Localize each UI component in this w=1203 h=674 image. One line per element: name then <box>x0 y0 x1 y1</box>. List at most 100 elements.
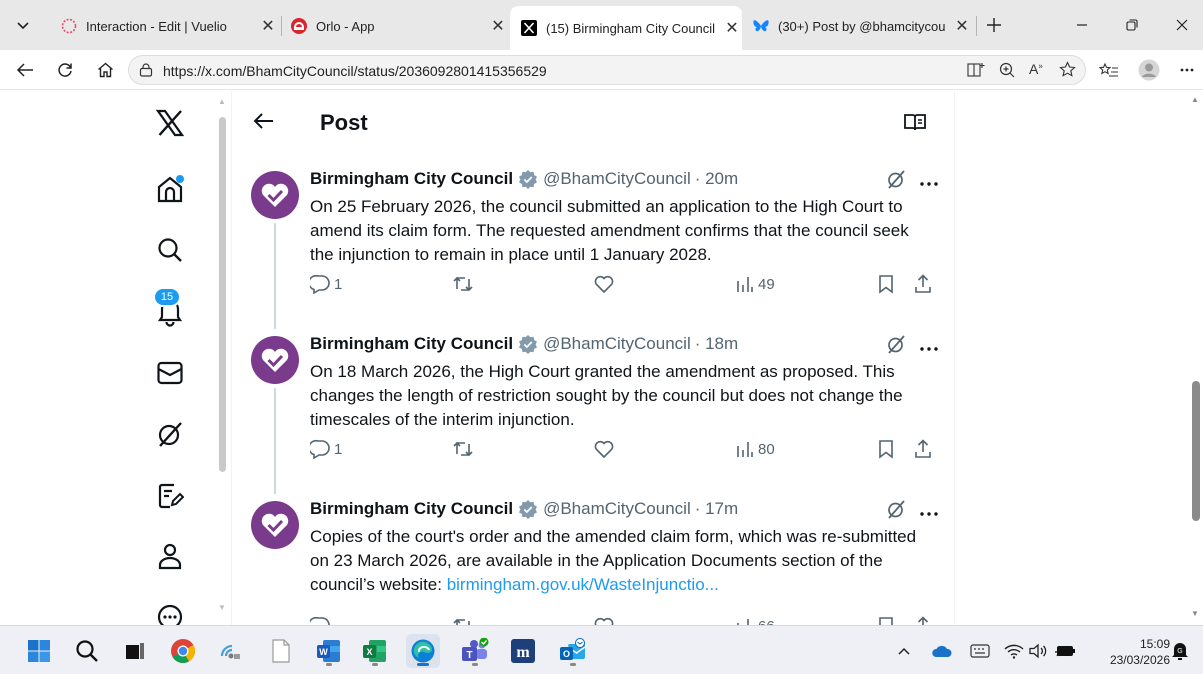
reader-mode-button[interactable] <box>904 113 926 136</box>
bookmark-button[interactable] <box>878 269 894 299</box>
more-options-icon[interactable] <box>920 503 938 521</box>
bookmark-button[interactable] <box>878 434 894 464</box>
tweet[interactable]: Birmingham City Council @BhamCityCouncil… <box>232 489 956 625</box>
tweet-timestamp[interactable]: · 17m <box>695 499 738 519</box>
nav-more[interactable] <box>150 597 190 625</box>
tab-vuelio[interactable]: Interaction - Edit | Vuelio ✕ <box>50 8 278 44</box>
more-options-icon[interactable] <box>920 173 938 191</box>
more-options-icon[interactable] <box>920 338 938 356</box>
tweet[interactable]: Birmingham City Council @BhamCityCouncil… <box>232 159 956 329</box>
tab-bluesky[interactable]: (30+) Post by @bhamcitycou ✕ <box>742 8 972 44</box>
home-button[interactable] <box>90 56 120 84</box>
grok-icon[interactable] <box>886 169 906 194</box>
taskbar-notepad[interactable] <box>264 634 298 668</box>
sidebar-scrollbar-thumb[interactable] <box>219 117 226 472</box>
read-aloud-icon[interactable]: A» <box>1029 61 1043 77</box>
battery-tray-icon[interactable] <box>1050 634 1080 668</box>
retweet-button[interactable] <box>452 611 474 625</box>
share-button[interactable] <box>914 269 932 299</box>
avatar[interactable] <box>251 336 299 384</box>
scroll-up-arrow-icon[interactable]: ▲ <box>1191 95 1199 104</box>
tweet-timestamp[interactable]: · 20m <box>695 169 738 189</box>
restore-button[interactable] <box>1112 10 1152 40</box>
site-info-icon[interactable] <box>139 63 153 82</box>
settings-menu-button[interactable] <box>1172 56 1202 84</box>
nav-notifications[interactable]: 15 <box>150 287 190 331</box>
taskbar-edge[interactable] <box>406 634 440 668</box>
grok-icon[interactable] <box>886 334 906 359</box>
reply-button[interactable] <box>310 611 330 625</box>
address-bar[interactable]: https://x.com/BhamCityCouncil/status/203… <box>128 55 1086 85</box>
close-window-button[interactable] <box>1162 10 1202 40</box>
new-tab-button[interactable] <box>974 10 1014 40</box>
close-tab-icon[interactable]: ✕ <box>722 18 742 38</box>
page-scrollbar-thumb[interactable] <box>1192 381 1200 521</box>
task-view-button[interactable] <box>118 634 152 668</box>
nav-grok[interactable] <box>150 414 190 454</box>
start-button[interactable] <box>22 634 56 668</box>
system-clock[interactable]: 15:09 23/03/2026 <box>1090 636 1170 668</box>
favorites-button[interactable] <box>1094 56 1124 84</box>
nav-profile[interactable] <box>150 536 190 576</box>
like-button[interactable] <box>594 269 614 299</box>
zoom-icon[interactable] <box>999 62 1015 83</box>
taskbar-app-m[interactable]: m <box>506 634 540 668</box>
reply-button[interactable]: 1 <box>310 434 342 464</box>
page-scrollbar[interactable]: ▲ ▼ <box>1187 91 1203 625</box>
favorite-star-icon[interactable] <box>1059 61 1076 83</box>
nav-drafts[interactable] <box>150 475 190 515</box>
profile-button[interactable] <box>1134 56 1164 84</box>
tab-x-active[interactable]: (15) Birmingham City Council ✕ <box>510 6 742 50</box>
author-handle[interactable]: @BhamCityCouncil <box>543 499 691 519</box>
scroll-down-arrow-icon[interactable]: ▼ <box>218 603 226 612</box>
tweet-link[interactable]: birmingham.gov.uk/WasteInjunctio... <box>447 575 719 594</box>
author-handle[interactable]: @BhamCityCouncil <box>543 334 691 354</box>
avatar[interactable] <box>251 501 299 549</box>
show-hidden-icons-button[interactable] <box>892 634 916 668</box>
author-name[interactable]: Birmingham City Council <box>310 499 513 519</box>
nav-messages[interactable] <box>150 353 190 393</box>
author-name[interactable]: Birmingham City Council <box>310 334 513 354</box>
retweet-button[interactable] <box>452 269 474 299</box>
taskbar-app-wifi-manager[interactable] <box>214 634 248 668</box>
avatar[interactable] <box>251 171 299 219</box>
tab-actions-menu-button[interactable] <box>8 11 38 39</box>
bookmark-button[interactable] <box>878 611 894 625</box>
like-button[interactable] <box>594 611 614 625</box>
views-button[interactable]: 80 <box>736 434 775 464</box>
nav-home[interactable] <box>150 169 190 209</box>
refresh-button[interactable] <box>50 56 80 84</box>
author-name[interactable]: Birmingham City Council <box>310 169 513 189</box>
author-handle[interactable]: @BhamCityCouncil <box>543 169 691 189</box>
volume-tray-icon[interactable] <box>1024 634 1052 668</box>
grok-icon[interactable] <box>886 499 906 524</box>
keyboard-tray-icon[interactable] <box>966 634 994 668</box>
taskbar-excel[interactable]: X <box>358 634 392 668</box>
close-tab-icon[interactable]: ✕ <box>952 16 972 36</box>
onedrive-tray-icon[interactable] <box>928 634 956 668</box>
views-button[interactable]: 66 <box>736 611 775 625</box>
scroll-up-arrow-icon[interactable]: ▲ <box>218 97 226 106</box>
taskbar-search-button[interactable] <box>70 634 104 668</box>
notification-center-button[interactable]: G <box>1166 634 1194 668</box>
nav-x-home-logo[interactable] <box>150 103 190 143</box>
views-button[interactable]: 49 <box>736 269 775 299</box>
back-arrow-button[interactable] <box>252 111 274 136</box>
close-tab-icon[interactable]: ✕ <box>488 16 508 36</box>
sidebar-scrollbar[interactable]: ▲ ▼ <box>216 97 228 617</box>
nav-explore[interactable] <box>150 230 190 270</box>
taskbar-word[interactable]: W <box>312 634 346 668</box>
share-button[interactable] <box>914 434 932 464</box>
close-tab-icon[interactable]: ✕ <box>258 16 278 36</box>
back-button[interactable] <box>10 56 40 84</box>
tab-orlo[interactable]: Orlo - App ✕ <box>280 8 508 44</box>
retweet-button[interactable] <box>452 434 474 464</box>
like-button[interactable] <box>594 434 614 464</box>
scroll-down-arrow-icon[interactable]: ▼ <box>1191 609 1199 618</box>
immersive-reader-icon[interactable] <box>967 62 985 83</box>
tweet-timestamp[interactable]: · 18m <box>695 334 738 354</box>
taskbar-chrome[interactable] <box>166 634 200 668</box>
share-button[interactable] <box>914 611 932 625</box>
taskbar-teams[interactable]: T <box>458 634 492 668</box>
reply-button[interactable]: 1 <box>310 269 342 299</box>
